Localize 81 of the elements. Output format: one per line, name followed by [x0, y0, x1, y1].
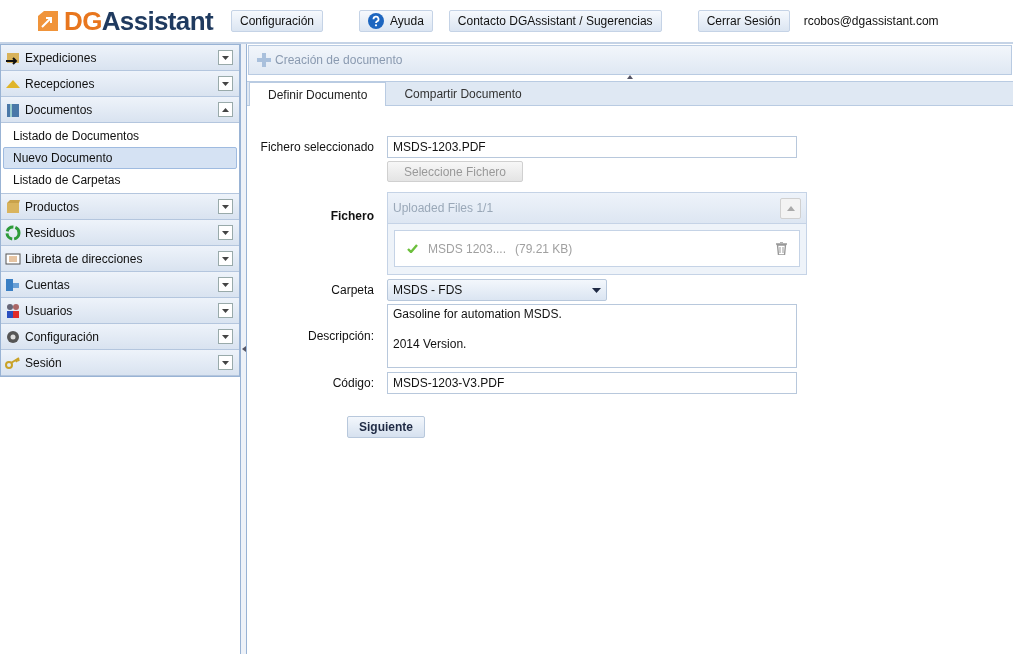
- section-label: Productos: [25, 198, 81, 216]
- help-button[interactable]: Ayuda: [359, 10, 433, 32]
- section-icon: [5, 101, 21, 118]
- sidebar-item[interactable]: Listado de Documentos: [3, 125, 237, 147]
- collapse-arrow-icon[interactable]: [627, 75, 633, 79]
- file-size: (79.21 KB): [515, 240, 574, 258]
- expand-button[interactable]: [218, 329, 233, 344]
- tab[interactable]: Compartir Documento: [386, 82, 540, 106]
- sidebar-section-header[interactable]: Libreta de direcciones: [1, 246, 239, 272]
- section-label: Usuarios: [25, 302, 74, 320]
- expand-button[interactable]: [218, 199, 233, 214]
- field-label: Fichero seleccionado: [259, 139, 375, 156]
- header-button[interactable]: Configuración: [231, 10, 324, 32]
- section-label: Cuentas: [25, 276, 71, 294]
- file-name: MSDS 1203....: [428, 240, 508, 258]
- toolbar-title: Creación de documento: [275, 52, 403, 69]
- plus-icon: [257, 53, 271, 67]
- section-icon: [5, 302, 21, 319]
- sidebar-section-header[interactable]: Usuarios: [1, 298, 239, 324]
- header-button[interactable]: Cerrar Sesión: [697, 10, 790, 32]
- expand-button[interactable]: [218, 277, 233, 292]
- user-email: rcobos@dgassistant.com: [803, 13, 939, 30]
- caret-down-icon: [222, 334, 229, 339]
- expand-button[interactable]: [218, 76, 233, 91]
- caret-icon: [592, 287, 601, 293]
- expand-button[interactable]: [218, 303, 233, 318]
- collapse-button[interactable]: [218, 102, 233, 117]
- section-label: Recepciones: [25, 75, 96, 93]
- expand-button[interactable]: [218, 251, 233, 266]
- sidebar-section-header[interactable]: Expediciones: [1, 45, 239, 71]
- sidebar-section-header[interactable]: Cuentas: [1, 272, 239, 298]
- caret-up-icon: [786, 205, 795, 211]
- field-label: Carpeta: [330, 282, 375, 299]
- expand-button[interactable]: [218, 225, 233, 240]
- field-label: Código:: [331, 375, 375, 392]
- caret-down-icon: [222, 308, 229, 313]
- expand-button[interactable]: [218, 50, 233, 65]
- section-icon: [5, 250, 21, 267]
- field-label: Descripción:: [306, 328, 375, 345]
- section-icon: [5, 276, 21, 293]
- header-button[interactable]: Contacto DGAssistant / Sugerencias: [448, 10, 662, 32]
- expand-button[interactable]: [218, 355, 233, 370]
- sidebar-section-header[interactable]: Documentos: [1, 97, 239, 123]
- help-icon: [368, 13, 385, 29]
- caret-down-icon: [222, 81, 229, 86]
- section-icon: [5, 354, 21, 371]
- code-field[interactable]: MSDS-1203-V3.PDF: [387, 372, 797, 394]
- section-label: Expediciones: [25, 49, 98, 67]
- sidebar-section-header[interactable]: Configuración: [1, 324, 239, 350]
- caret-down-icon: [222, 204, 229, 209]
- sidebar-section-header[interactable]: Recepciones: [1, 71, 239, 97]
- section-icon: [5, 198, 21, 215]
- delete-icon[interactable]: [776, 242, 787, 255]
- caret-up-icon: [222, 107, 229, 112]
- caret-down-icon: [222, 256, 229, 261]
- section-label: Libreta de direcciones: [25, 250, 144, 268]
- collapse-arrow-icon[interactable]: [241, 346, 246, 352]
- panel-title: Uploaded Files 1/1: [393, 200, 494, 217]
- selected-file-field[interactable]: MSDS-1203.PDF: [387, 136, 797, 158]
- section-icon: [5, 328, 21, 345]
- section-icon: [5, 224, 21, 241]
- sidebar-section-header[interactable]: Productos: [1, 194, 239, 220]
- section-label: Sesión: [25, 354, 63, 372]
- logo-text: DGAssistant: [64, 8, 213, 34]
- caret-down-icon: [222, 360, 229, 365]
- section-label: Documentos: [25, 101, 94, 119]
- folder-dropdown[interactable]: MSDS - FDS: [387, 279, 607, 301]
- caret-down-icon: [222, 282, 229, 287]
- sidebar-item[interactable]: Nuevo Documento: [3, 147, 237, 169]
- tab[interactable]: Definir Documento: [249, 82, 387, 106]
- description-field[interactable]: Gasoline for automation MSDS. 2014 Version.: [387, 304, 797, 368]
- section-label: Residuos: [25, 224, 77, 242]
- sidebar-item[interactable]: Listado de Carpetas: [3, 169, 237, 191]
- next-button[interactable]: Siguiente: [347, 416, 425, 438]
- caret-down-icon: [222, 230, 229, 235]
- box-logo-icon: [36, 9, 60, 33]
- caret-down-icon: [222, 55, 229, 60]
- sidebar-section-header[interactable]: Sesión: [1, 350, 239, 376]
- section-label: Configuración: [25, 328, 101, 346]
- sidebar-section-header[interactable]: Residuos: [1, 220, 239, 246]
- field-label: Fichero: [329, 208, 375, 225]
